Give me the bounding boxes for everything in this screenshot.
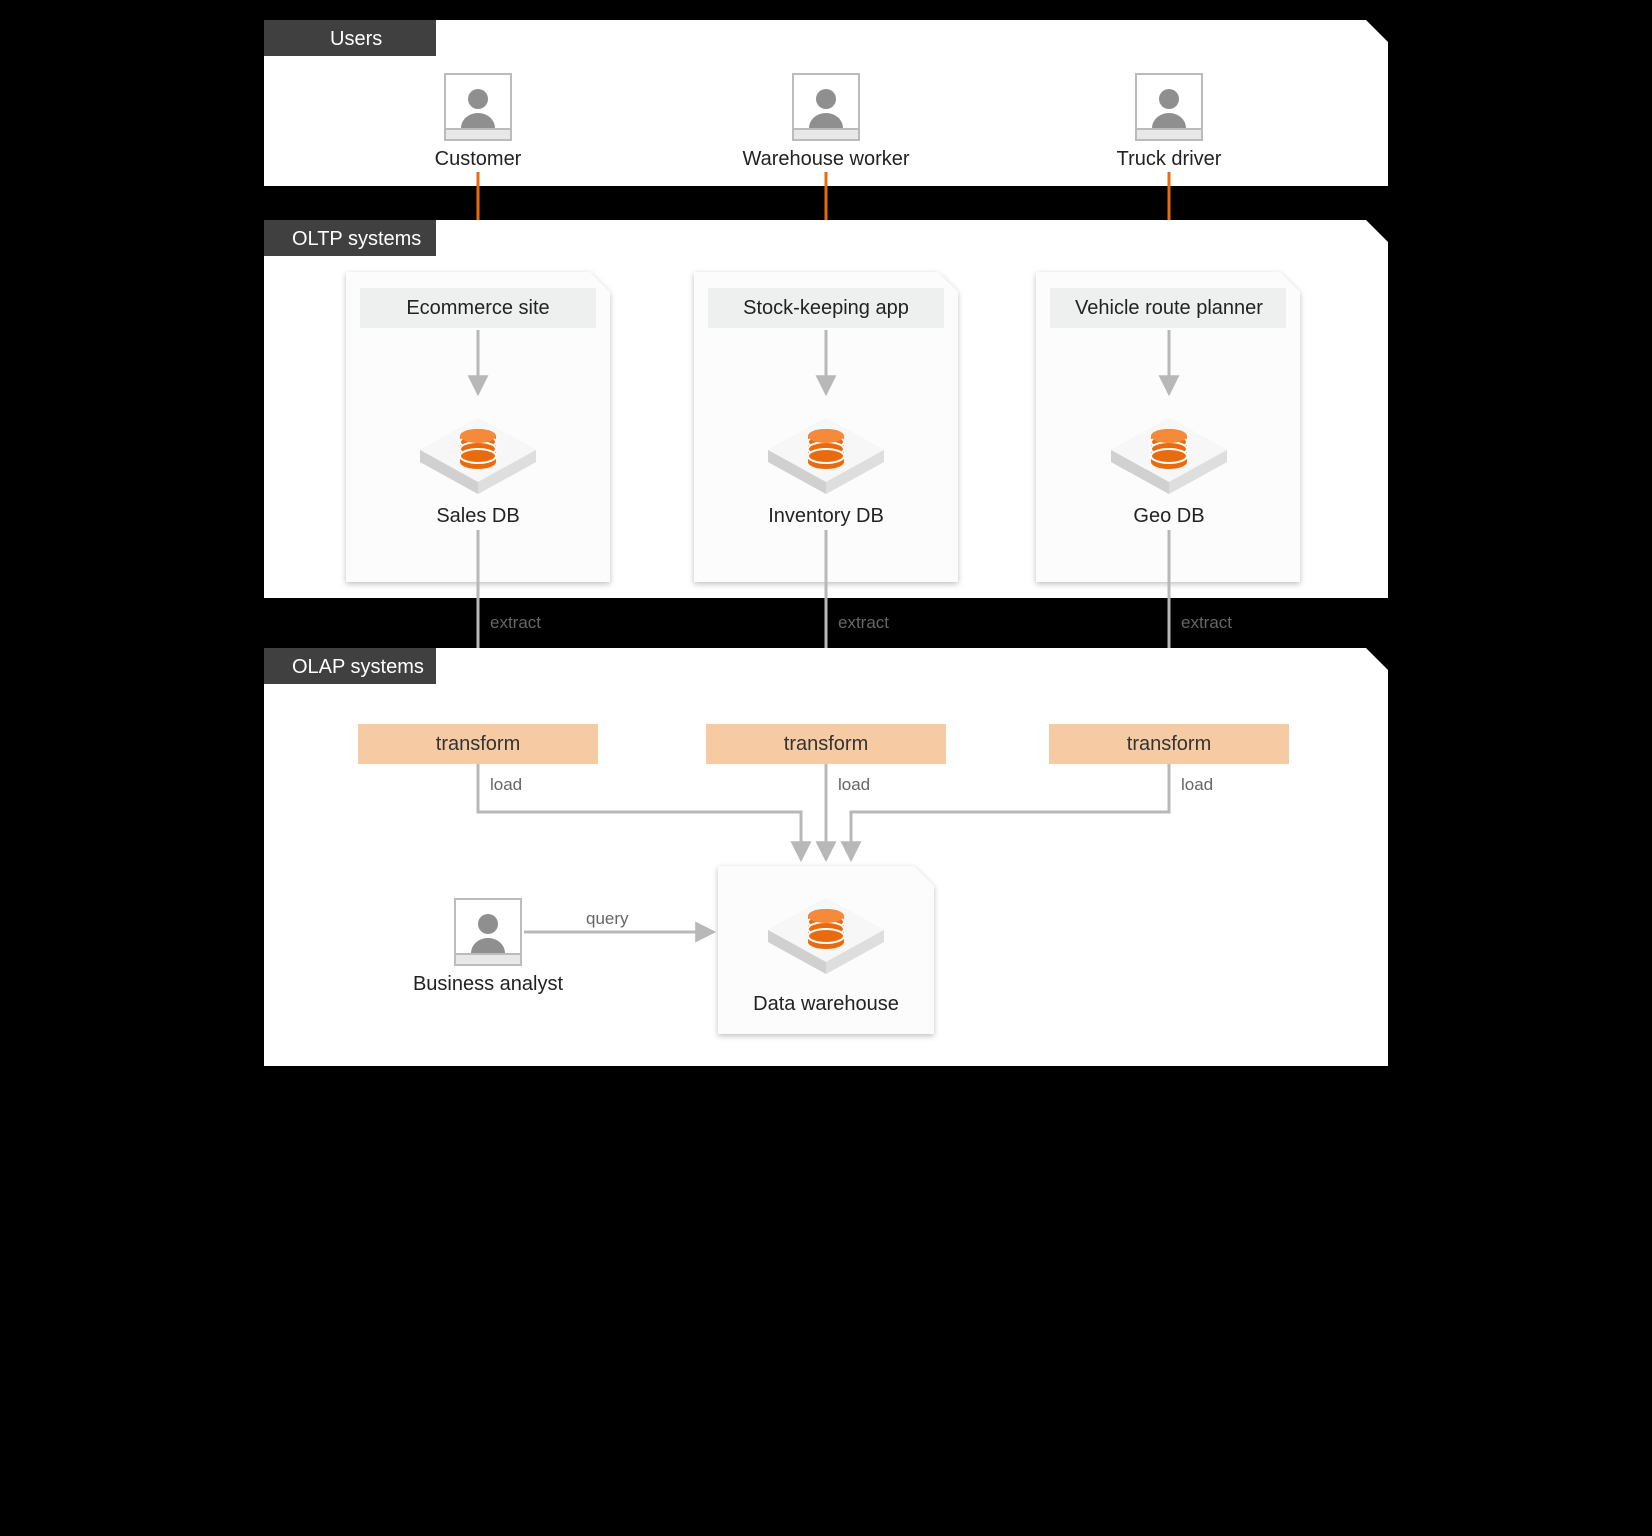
app-label: Ecommerce site [406,297,549,319]
load-label: load [838,775,870,794]
olap-band: OLAP systems transform transform transfo… [264,648,1388,1066]
query-label: query [586,909,629,928]
app-label: Stock-keeping app [743,297,909,319]
person-icon [1136,74,1202,140]
db-label: Inventory DB [768,505,884,527]
user-label: Customer [435,148,522,170]
data-warehouse-card: Data warehouse [718,866,934,1034]
db-label: Sales DB [436,505,519,527]
section-label-oltp: OLTP systems [292,228,421,250]
transform-label: transform [784,733,868,755]
analyst-label: Business analyst [413,973,564,995]
app-label: Vehicle route planner [1075,297,1263,319]
warehouse-label: Data warehouse [753,993,899,1015]
load-label: load [490,775,522,794]
user-label: Warehouse worker [742,148,909,170]
person-icon [793,74,859,140]
person-icon [445,74,511,140]
architecture-diagram: Users Customer Warehouse worker Truck dr… [256,12,1396,1074]
user-label: Truck driver [1117,148,1222,170]
user-customer: Customer [435,74,522,170]
extract-label: extract [1181,613,1232,632]
load-label: load [1181,775,1213,794]
person-icon [455,899,521,965]
section-label-olap: OLAP systems [292,656,424,678]
section-label-users: Users [330,28,382,50]
extract-label: extract [838,613,889,632]
transform-label: transform [1127,733,1211,755]
extract-label: extract [490,613,541,632]
db-label: Geo DB [1133,505,1204,527]
transform-label: transform [436,733,520,755]
users-band: Users Customer Warehouse worker Truck dr… [264,20,1388,186]
